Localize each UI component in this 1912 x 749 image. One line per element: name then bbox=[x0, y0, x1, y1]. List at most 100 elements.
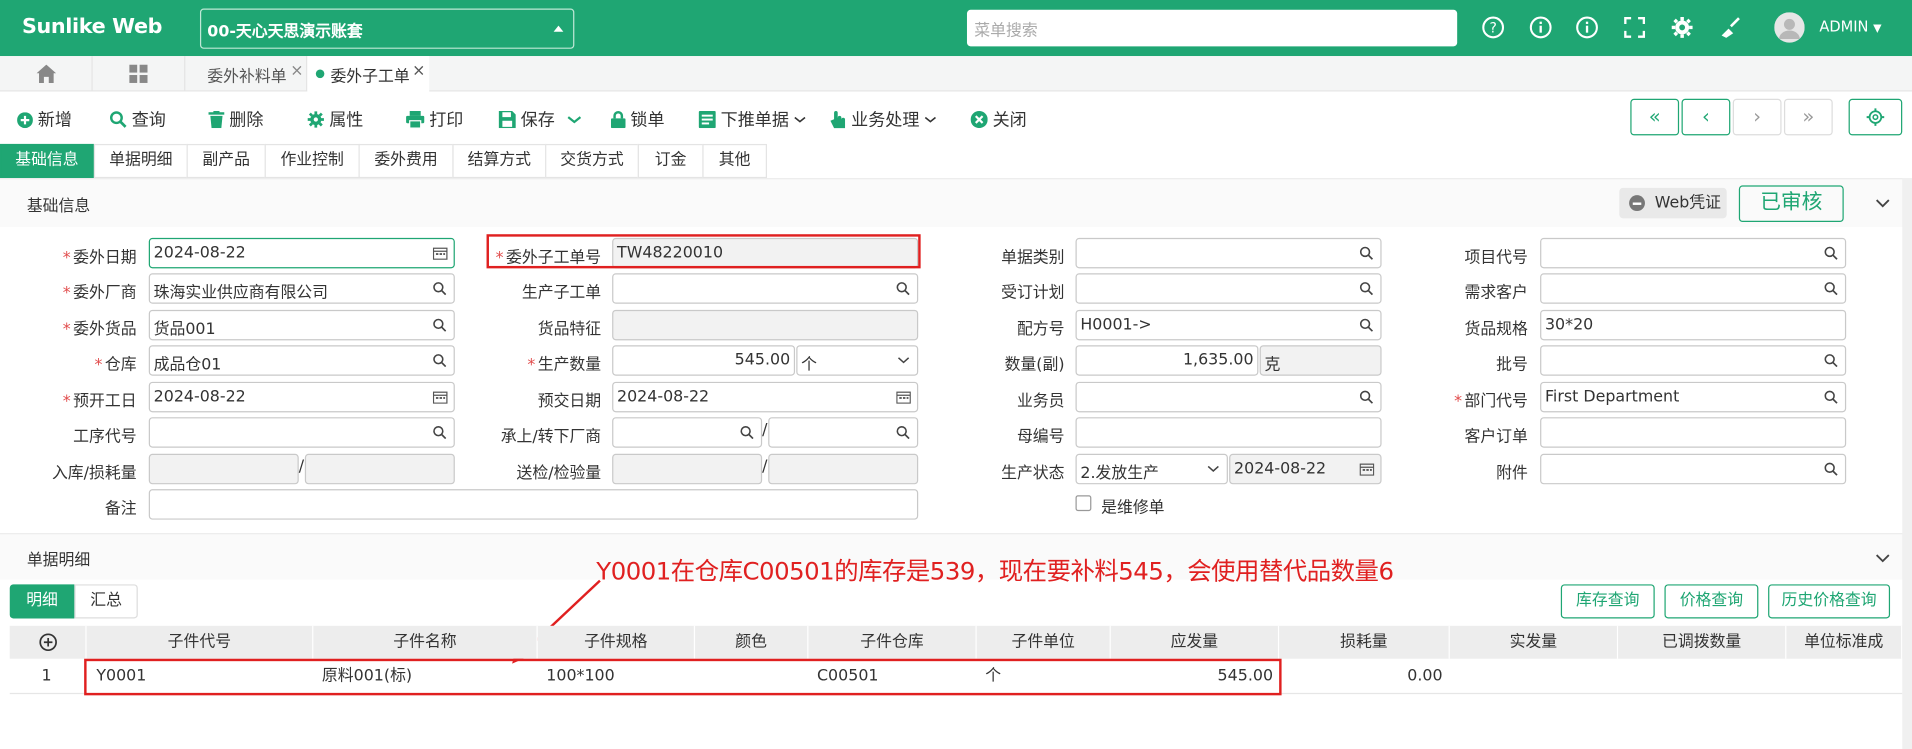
calendar-icon[interactable] bbox=[896, 390, 911, 404]
chevron-down-icon[interactable] bbox=[567, 113, 582, 125]
tab-operation-control[interactable]: 作业控制 bbox=[264, 143, 360, 179]
search-icon[interactable] bbox=[1359, 318, 1374, 332]
salesman-field[interactable] bbox=[1075, 381, 1382, 413]
production-qty-field[interactable]: 545.00 bbox=[612, 345, 796, 376]
doc-category-field[interactable] bbox=[1075, 237, 1382, 269]
goods-spec-field[interactable]: 30*20 bbox=[1540, 309, 1847, 341]
next-vendor-field[interactable] bbox=[768, 417, 919, 448]
tab-settlement[interactable]: 结算方式 bbox=[452, 143, 547, 179]
price-query-button[interactable]: 价格查询 bbox=[1664, 584, 1759, 619]
help-icon[interactable]: ? bbox=[1482, 16, 1505, 39]
new-button[interactable]: 新增 bbox=[17, 107, 72, 131]
parent-no-field[interactable] bbox=[1075, 417, 1382, 448]
search-icon[interactable] bbox=[433, 354, 447, 368]
search-icon[interactable] bbox=[1824, 354, 1838, 368]
last-record-button[interactable]: » bbox=[1783, 98, 1833, 136]
calendar-icon[interactable] bbox=[432, 246, 448, 260]
attachment-field[interactable] bbox=[1540, 453, 1847, 485]
tab-summary[interactable]: 汇总 bbox=[74, 584, 138, 619]
col-header[interactable]: 应发量 bbox=[1110, 625, 1280, 659]
info-icon[interactable] bbox=[1529, 16, 1552, 39]
close-icon[interactable]: × bbox=[290, 62, 303, 80]
repair-order-checkbox[interactable] bbox=[1075, 495, 1092, 512]
outsource-goods-field[interactable]: 货品001 bbox=[148, 309, 455, 341]
batch-no-field[interactable] bbox=[1540, 345, 1847, 376]
cell-loss[interactable]: 0.00 bbox=[1279, 660, 1442, 693]
col-header[interactable]: 实发量 bbox=[1449, 625, 1619, 659]
account-selector[interactable]: 00-天心天思演示账套 bbox=[199, 8, 575, 49]
prev-vendor-field[interactable] bbox=[612, 417, 763, 448]
production-unit-select[interactable]: 个 bbox=[796, 345, 919, 376]
lock-button[interactable]: 锁单 bbox=[610, 107, 665, 131]
properties-button[interactable]: 属性 bbox=[307, 107, 363, 131]
search-icon[interactable] bbox=[1824, 390, 1838, 404]
demand-customer-field[interactable] bbox=[1540, 273, 1847, 304]
tab-detail-list[interactable]: 明细 bbox=[9, 584, 75, 619]
qty-secondary-field[interactable]: 1,635.00 bbox=[1075, 345, 1259, 376]
chevron-down-icon[interactable] bbox=[1875, 553, 1890, 564]
search-icon[interactable] bbox=[433, 426, 447, 440]
col-header[interactable]: 子件规格 bbox=[537, 625, 696, 659]
col-header[interactable]: 损耗量 bbox=[1279, 625, 1450, 659]
settings-button[interactable] bbox=[1848, 98, 1903, 136]
search-icon[interactable] bbox=[433, 282, 447, 296]
scrollbar[interactable] bbox=[1902, 178, 1912, 749]
about-icon[interactable] bbox=[1575, 16, 1598, 39]
project-code-field[interactable] bbox=[1540, 237, 1847, 269]
search-icon[interactable] bbox=[740, 426, 754, 440]
tab-material-supplement[interactable]: 委外补料单 × bbox=[185, 56, 308, 92]
customer-order-field[interactable] bbox=[1540, 417, 1847, 448]
business-process-button[interactable]: 业务处理 bbox=[830, 107, 936, 131]
delete-button[interactable]: 删除 bbox=[208, 107, 263, 131]
save-button[interactable]: 保存 bbox=[498, 107, 582, 131]
process-code-field[interactable] bbox=[148, 417, 455, 448]
department-field[interactable]: First Department bbox=[1540, 381, 1847, 413]
warehouse-field[interactable]: 成品仓01 bbox=[148, 345, 455, 376]
tab-deposit[interactable]: 订金 bbox=[637, 143, 704, 179]
search-icon[interactable] bbox=[896, 426, 910, 440]
print-button[interactable]: 打印 bbox=[406, 107, 463, 131]
chevron-down-icon[interactable] bbox=[1875, 198, 1890, 209]
order-plan-field[interactable] bbox=[1075, 273, 1382, 304]
home-tab[interactable] bbox=[0, 56, 93, 92]
search-icon[interactable] bbox=[1824, 246, 1838, 260]
tab-delivery[interactable]: 交货方式 bbox=[545, 143, 639, 179]
first-record-button[interactable]: « bbox=[1630, 98, 1680, 136]
gear-icon[interactable] bbox=[1671, 16, 1694, 39]
close-button[interactable]: 关闭 bbox=[970, 107, 1027, 131]
price-history-button[interactable]: 历史价格查询 bbox=[1768, 584, 1891, 619]
calendar-icon[interactable] bbox=[432, 390, 448, 404]
search-icon[interactable] bbox=[1824, 282, 1838, 296]
col-header[interactable]: 子件仓库 bbox=[808, 625, 977, 659]
prev-record-button[interactable]: ‹ bbox=[1681, 98, 1731, 136]
apps-tab[interactable] bbox=[93, 56, 186, 92]
query-button[interactable]: 查询 bbox=[109, 107, 166, 131]
search-icon[interactable] bbox=[1824, 462, 1838, 476]
production-status-select[interactable]: 2.发放生产 bbox=[1075, 453, 1228, 485]
next-record-button[interactable]: › bbox=[1732, 98, 1782, 136]
add-row-header[interactable] bbox=[9, 625, 87, 659]
tab-other[interactable]: 其他 bbox=[702, 143, 767, 179]
tab-outsource-cost[interactable]: 委外费用 bbox=[358, 143, 454, 179]
search-icon[interactable] bbox=[1359, 246, 1374, 260]
remark-field[interactable] bbox=[148, 489, 919, 520]
search-icon[interactable] bbox=[1359, 390, 1374, 404]
production-sub-order-field[interactable] bbox=[612, 273, 919, 304]
tab-basic-info[interactable]: 基础信息 bbox=[0, 143, 94, 179]
col-header[interactable]: 子件代号 bbox=[86, 625, 314, 659]
vendor-field[interactable]: 珠海实业供应商有限公司 bbox=[148, 273, 455, 304]
col-header[interactable]: 颜色 bbox=[695, 625, 809, 659]
plus-circle-icon[interactable] bbox=[38, 633, 57, 652]
planned-delivery-field[interactable]: 2024-08-22 bbox=[612, 381, 919, 413]
planned-start-field[interactable]: 2024-08-22 bbox=[148, 381, 455, 413]
search-icon[interactable] bbox=[433, 318, 447, 332]
col-header[interactable]: 子件名称 bbox=[313, 625, 538, 659]
user-menu[interactable]: ADMIN ▼ bbox=[1819, 18, 1881, 35]
push-down-button[interactable]: 下推单据 bbox=[698, 107, 806, 131]
outsource-date-field[interactable]: 2024-08-22 bbox=[148, 237, 455, 269]
col-header[interactable]: 单位标准成 bbox=[1786, 625, 1903, 659]
tab-detail[interactable]: 单据明细 bbox=[93, 143, 188, 179]
search-icon[interactable] bbox=[1359, 282, 1374, 296]
menu-search-input[interactable]: 菜单搜索 bbox=[966, 9, 1458, 47]
tab-by-product[interactable]: 副产品 bbox=[186, 143, 266, 179]
